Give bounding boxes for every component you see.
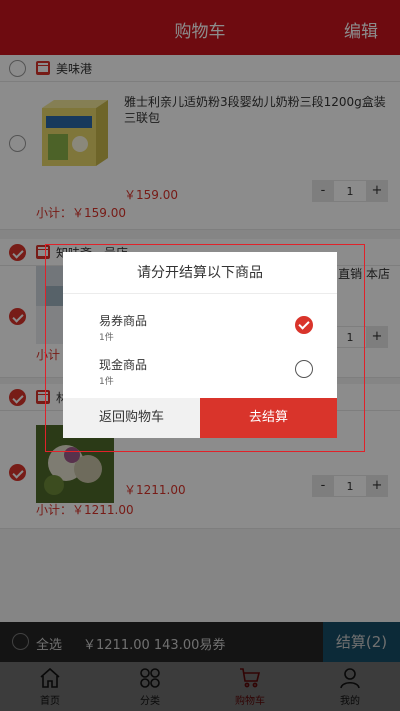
dialog-actions: 返回购物车 去结算 [63,398,337,438]
option-radio-checked[interactable] [295,316,313,334]
go-checkout-button[interactable]: 去结算 [200,398,337,438]
voucher-goods-option[interactable]: 易券商品 1件 [63,304,337,348]
option-count: 1件 [99,377,114,387]
back-to-cart-button[interactable]: 返回购物车 [63,398,200,438]
dialog-title: 请分开结算以下商品 [63,252,337,294]
option-radio[interactable] [295,360,313,378]
option-count: 1件 [99,333,114,343]
split-checkout-dialog: 请分开结算以下商品 易券商品 1件 现金商品 1件 返回购物车 去结算 [63,252,337,438]
cash-goods-option[interactable]: 现金商品 1件 [63,348,337,392]
option-name: 现金商品 [99,358,148,372]
option-name: 易券商品 [99,314,148,328]
